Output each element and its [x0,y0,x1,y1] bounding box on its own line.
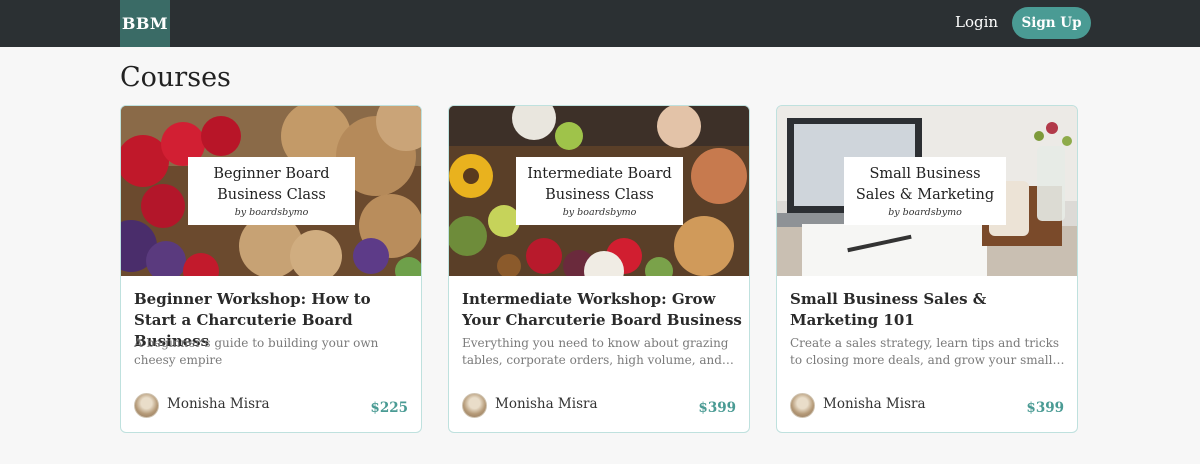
signup-button[interactable]: Sign Up [1012,7,1091,39]
logo[interactable]: BBM [120,0,170,47]
course-card-intermediate[interactable]: Intermediate Board Business Class by boa… [448,105,750,433]
author-name: Monisha Misra [167,396,270,412]
login-link[interactable]: Login [955,13,998,31]
course-price: $399 [1026,400,1064,416]
page-title: Courses [120,62,231,93]
thumbnail-signature: by boardsbymo [234,207,309,218]
course-description: Create a sales strategy, learn tips and … [790,336,1065,367]
course-description: A beginner's guide to building your own … [134,336,379,367]
thumbnail-label: Small Business Sales & Marketing by boar… [844,157,1006,225]
course-title[interactable]: Intermediate Workshop: Grow Your Charcut… [462,289,742,331]
author-avatar [790,393,815,418]
thumbnail-title: Intermediate Board Business Class [527,166,672,203]
course-thumbnail[interactable]: Beginner Board Business Class by boardsb… [121,106,421,276]
thumbnail-label: Intermediate Board Business Class by boa… [516,157,683,225]
thumbnail-signature: by boardsbymo [562,207,637,218]
course-card-beginner[interactable]: Beginner Board Business Class by boardsb… [120,105,422,433]
author-name: Monisha Misra [495,396,598,412]
course-title[interactable]: Small Business Sales & Marketing 101 [790,289,1070,331]
course-thumbnail[interactable]: Small Business Sales & Marketing by boar… [777,106,1077,276]
thumbnail-title: Beginner Board Business Class [213,166,330,203]
course-price: $399 [698,400,736,416]
author-avatar [462,393,487,418]
thumbnail-signature: by boardsbymo [888,207,962,218]
course-thumbnail[interactable]: Intermediate Board Business Class by boa… [449,106,749,276]
course-price: $225 [370,400,408,416]
author-name: Monisha Misra [823,396,926,412]
thumbnail-label: Beginner Board Business Class by boardsb… [188,157,355,225]
course-description: Everything you need to know about grazin… [462,336,734,367]
author-avatar [134,393,159,418]
thumbnail-title: Small Business Sales & Marketing [855,166,995,203]
course-card-sales-marketing[interactable]: Small Business Sales & Marketing by boar… [776,105,1078,433]
top-navbar: BBM Login Sign Up [0,0,1200,47]
